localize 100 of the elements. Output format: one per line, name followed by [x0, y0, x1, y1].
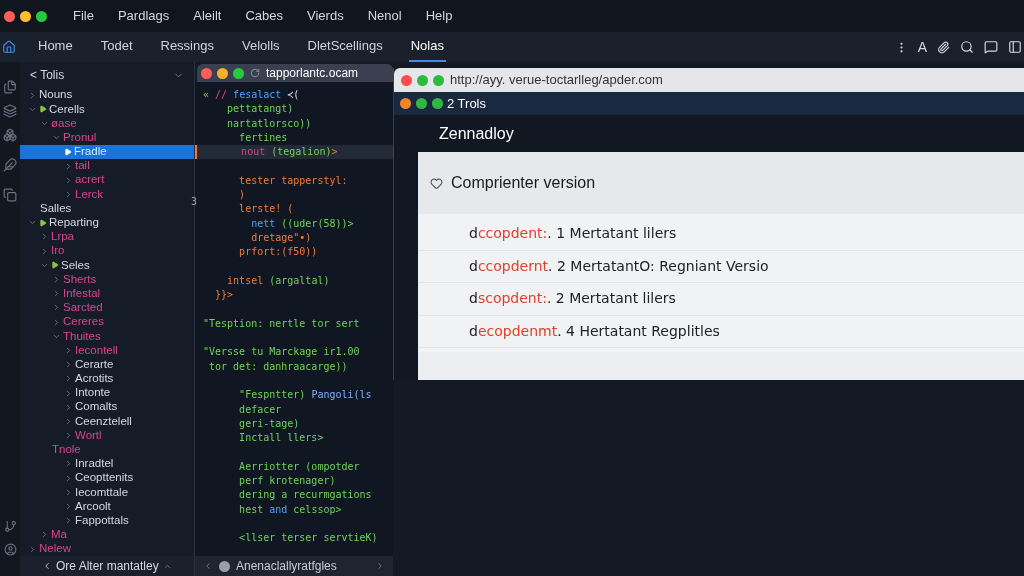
copy-icon[interactable] — [3, 188, 17, 202]
sidebar-title: < Tolis — [30, 67, 65, 84]
tree-item[interactable]: Inradtel — [20, 456, 194, 472]
chevron-left-icon[interactable] — [203, 561, 213, 571]
tab[interactable]: Todet — [98, 32, 135, 62]
files-icon[interactable] — [3, 80, 17, 94]
tree-item[interactable]: Fappottals — [20, 513, 194, 528]
font-button[interactable]: A — [917, 36, 927, 58]
tree-item[interactable]: Sherts — [20, 272, 194, 287]
tree-label: Lerck — [75, 188, 104, 201]
window-control[interactable] — [416, 98, 427, 109]
layers-icon[interactable] — [3, 104, 17, 118]
dependency-row-text: dccopdernt. 2 MertatantO: Regniant Versio — [469, 256, 769, 276]
code-line: defacer — [238, 402, 283, 417]
code-line: lerste! ( — [238, 202, 295, 217]
tree-item[interactable]: Salles — [20, 201, 194, 216]
window-control[interactable] — [20, 10, 31, 22]
tree-label: Cereres — [63, 316, 104, 328]
window-control[interactable] — [36, 10, 47, 22]
tree-item[interactable]: Sarcted — [20, 300, 194, 315]
tree-item[interactable]: Cerells — [20, 102, 194, 117]
url-text[interactable]: http://ayy. verue-toctarlleg/apder.com — [450, 70, 663, 90]
menu-item[interactable]: Help — [425, 6, 453, 26]
tab[interactable]: Ressings — [158, 32, 216, 62]
tree-item[interactable]: Ma — [20, 527, 194, 542]
tree-label: Tnole — [52, 444, 81, 456]
branch-icon[interactable] — [3, 520, 17, 533]
tree-item[interactable]: Acrotits — [20, 371, 194, 386]
code-line: Inctall llers> — [238, 431, 325, 446]
tree-item[interactable]: Seles — [20, 258, 194, 273]
editor-tab[interactable]: tapporlantc.ocam — [197, 64, 393, 82]
tree-item[interactable]: Thuites — [20, 329, 194, 344]
tree-item[interactable]: Nelew — [20, 542, 194, 557]
window-control[interactable] — [400, 98, 411, 109]
code-line: intsel (argaltal) — [226, 273, 331, 288]
tab[interactable]: Velolls — [239, 32, 282, 62]
code-line: geri-tage) — [238, 416, 301, 431]
tree-item[interactable]: Cerarte — [20, 357, 194, 372]
tree-item[interactable]: Intonte — [20, 385, 194, 401]
dependency-row-text: decopdenmt. 4 Hertatant Regplitles — [469, 321, 720, 341]
tree-item[interactable]: Ceenztelell — [20, 414, 194, 429]
chevron-right-icon[interactable] — [375, 561, 385, 571]
chevron-left-icon[interactable] — [42, 561, 52, 571]
menu-item[interactable]: File — [73, 6, 94, 26]
window-control[interactable] — [4, 10, 15, 22]
menu-item[interactable]: Cabes — [245, 6, 284, 26]
window-control[interactable] — [217, 67, 228, 79]
tree-item[interactable]: Iro — [20, 244, 194, 259]
code-line: « // fesalact ≺( — [202, 88, 301, 102]
tree-item[interactable]: Pronul — [20, 130, 194, 145]
tree-label: Infestal — [63, 287, 101, 300]
tab[interactable]: DletScellings — [305, 32, 385, 62]
footer-text: Anenaclallyratfgles — [236, 558, 337, 575]
paperclip-icon[interactable] — [937, 40, 950, 54]
tree-label: acrert — [75, 174, 105, 186]
reload-icon[interactable] — [250, 68, 260, 78]
menu-item[interactable]: Aleilt — [193, 6, 222, 26]
menu-item[interactable]: Vierds — [307, 6, 344, 26]
tree-item[interactable]: Cereres — [20, 315, 194, 330]
home-icon[interactable] — [2, 40, 16, 54]
section-header[interactable]: Comprienter version — [418, 152, 1024, 214]
window-control[interactable] — [233, 67, 244, 79]
tree-item[interactable]: Reparting — [20, 215, 194, 230]
code-line: "Fespntter) Pangoli(ls — [238, 388, 373, 403]
tree-item[interactable]: Comalts — [20, 400, 194, 415]
tree-item[interactable]: acrert — [20, 173, 194, 188]
tree-item[interactable]: tail — [20, 158, 194, 174]
tree-label: øase — [51, 117, 77, 130]
tree-label: Cerarte — [75, 358, 114, 371]
page-heading: Zennadloy — [439, 123, 514, 144]
menu-item[interactable]: Pardlags — [117, 6, 170, 26]
tree-item[interactable]: Tnole — [20, 442, 194, 457]
chat-icon[interactable] — [984, 40, 998, 54]
tree-item[interactable]: Fradle — [20, 144, 194, 159]
tree-item[interactable]: Iecontell — [20, 343, 194, 358]
code-line: tester tapperstyl: — [238, 173, 349, 188]
tree-item[interactable]: Iecomttale — [20, 485, 194, 500]
tree-item[interactable]: Nouns — [20, 88, 194, 103]
window-control[interactable] — [432, 98, 443, 109]
tree-item[interactable]: Wortl — [20, 428, 194, 443]
code-line: nett ((uder(58))> — [250, 216, 355, 231]
menu-item[interactable]: Nenol — [367, 6, 402, 26]
tree-label: Ma — [51, 529, 67, 541]
account-icon[interactable] — [3, 543, 17, 556]
code-line: pettatangt) — [226, 102, 295, 117]
feather-icon[interactable] — [3, 158, 17, 172]
tree-item[interactable]: Ceopttenits — [20, 471, 194, 486]
tab[interactable]: Home — [36, 32, 75, 62]
tree-item[interactable]: øase — [20, 116, 194, 131]
tree-item[interactable]: Lrpa — [20, 229, 194, 245]
tree-label: Cerells — [49, 103, 85, 116]
search-icon[interactable] — [960, 40, 974, 54]
code-line: Aerriotter (ompotder — [238, 459, 361, 474]
tree-label: Sarcted — [63, 302, 103, 314]
panel-icon[interactable] — [1008, 40, 1022, 54]
boxes-icon[interactable] — [3, 128, 17, 142]
triangle-icon — [39, 105, 47, 114]
tree-label: Iro — [51, 245, 65, 257]
tree-item[interactable]: Arcoolt — [20, 499, 194, 514]
tree-item[interactable]: Infestal — [20, 286, 194, 301]
